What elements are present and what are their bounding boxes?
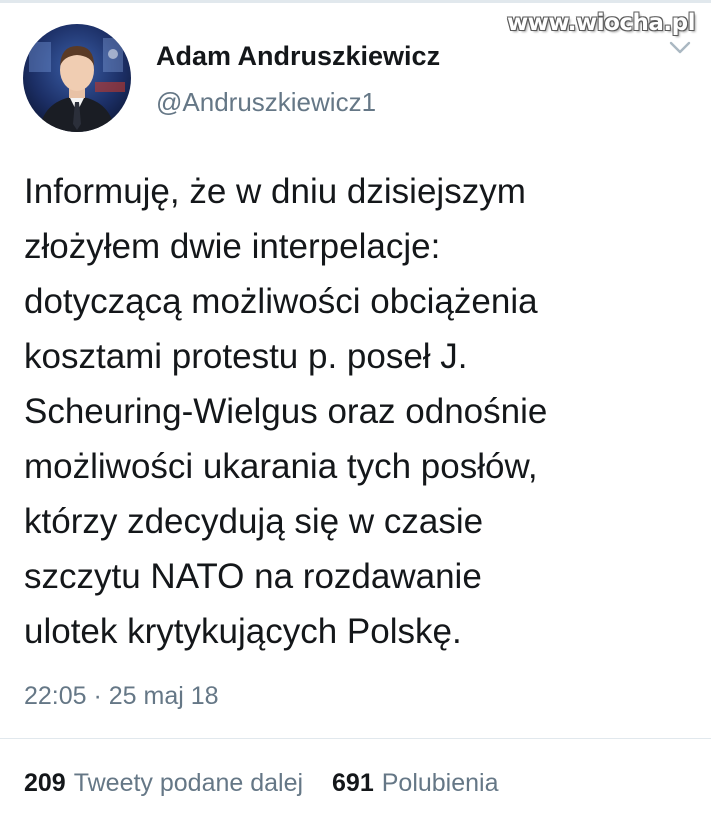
watermark: www.wiocha.pl xyxy=(506,10,696,36)
tweet-line: dotyczącą możliwości obciążenia xyxy=(24,282,538,321)
tweet-line: Scheuring-Wielgus oraz odnośnie xyxy=(24,392,548,431)
tweet-stats: 209 Tweety podane dalej 691 Polubienia xyxy=(24,769,499,798)
display-name[interactable]: Adam Andruszkiewicz xyxy=(156,41,440,72)
tweet-line: szczytu NATO na rozdawanie xyxy=(24,557,482,596)
likes-label: Polubienia xyxy=(381,769,499,797)
tweet-line: którzy zdecydują się w czasie xyxy=(24,502,484,541)
stats-divider xyxy=(0,738,711,739)
tweet-timestamp[interactable]: 22:05 · 25 maj 18 xyxy=(24,682,219,711)
chevron-down-icon[interactable] xyxy=(669,40,691,56)
tweet-text: Informuję, że w dniu dzisiejszym złożyłe… xyxy=(24,164,694,659)
tweet-line: Informuję, że w dniu dzisiejszym xyxy=(24,172,526,211)
tweet-line: możliwości ukarania tych posłów, xyxy=(24,447,538,486)
tweet-line: złożyłem dwie interpelacje: xyxy=(24,227,441,266)
user-handle[interactable]: @Andruszkiewicz1 xyxy=(156,87,376,118)
tweet-line: ulotek krytykujących Polskę. xyxy=(24,612,462,651)
likes-count: 691 xyxy=(332,769,374,797)
top-divider xyxy=(0,0,711,3)
likes-stat[interactable]: 691 Polubienia xyxy=(332,769,498,798)
retweets-stat[interactable]: 209 Tweety podane dalej xyxy=(24,769,303,798)
retweets-count: 209 xyxy=(24,769,66,797)
retweets-label: Tweety podane dalej xyxy=(73,769,304,797)
tweet-line: kosztami protestu p. poseł J. xyxy=(24,337,468,376)
avatar[interactable] xyxy=(23,24,131,132)
